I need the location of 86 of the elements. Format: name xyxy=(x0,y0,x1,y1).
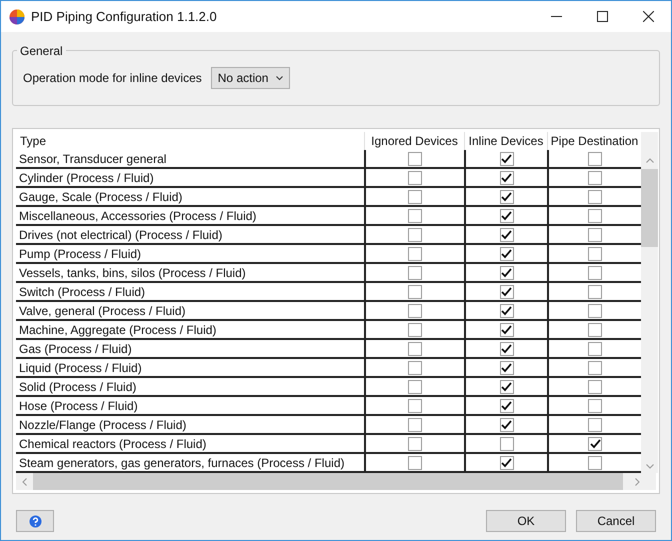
checkbox[interactable] xyxy=(500,170,514,184)
checkbox[interactable] xyxy=(588,380,602,394)
checkbox[interactable] xyxy=(408,152,422,166)
checkbox[interactable] xyxy=(408,266,422,280)
table-cell-text: Chemical reactors (Process / Fluid) xyxy=(18,436,208,452)
checkbox[interactable] xyxy=(408,418,422,432)
checkbox[interactable] xyxy=(588,208,602,222)
checkbox[interactable] xyxy=(408,342,422,356)
table-cell-text: Machine, Aggregate (Process / Fluid) xyxy=(18,322,218,338)
checkbox[interactable] xyxy=(588,360,602,374)
checkbox[interactable] xyxy=(408,398,422,412)
checkbox[interactable] xyxy=(588,170,602,184)
caret-icon xyxy=(276,76,284,80)
checkbox[interactable] xyxy=(588,190,602,204)
checkbox[interactable] xyxy=(500,360,514,374)
mode-dropdown[interactable]: No action xyxy=(210,67,290,89)
checkbox[interactable] xyxy=(408,246,422,260)
column-header[interactable]: Inline Devices xyxy=(464,132,547,150)
table-cell-text: Cylinder (Process / Fluid) xyxy=(18,170,155,186)
checkbox[interactable] xyxy=(500,266,514,280)
checkbox[interactable] xyxy=(500,398,514,412)
table-cell-text: Valve, general (Process / Fluid) xyxy=(18,302,187,319)
table-cell-text: Switch (Process / Fluid) xyxy=(18,284,146,300)
table-cell-text: Vessels, tanks, bins, silos (Process / Fluid) xyxy=(18,264,247,281)
table-cell-text: Drives (not electrical) (Process / Fluid) xyxy=(18,226,224,243)
help-icon xyxy=(28,514,42,528)
table-cell-text: Pump (Process / Fluid) xyxy=(18,246,142,262)
checkbox[interactable] xyxy=(500,304,514,318)
checkbox[interactable] xyxy=(500,284,514,298)
scroll-right-icon[interactable] xyxy=(635,478,640,486)
table-cell-text: Gauge, Scale (Process / Fluid) xyxy=(18,188,184,205)
checkbox[interactable] xyxy=(588,304,602,318)
checkbox[interactable] xyxy=(500,152,514,166)
app-logo-icon xyxy=(9,8,25,24)
table-cell-text: Nozzle/Flange (Process / Fluid) xyxy=(18,416,188,433)
checkbox[interactable] xyxy=(588,228,602,242)
checkbox[interactable] xyxy=(408,228,422,242)
table-cell-text: Sensor, Transducer general xyxy=(18,150,168,167)
table-cell-text: Gas (Process / Fluid) xyxy=(18,340,133,357)
checkbox[interactable] xyxy=(500,380,514,394)
checkbox[interactable] xyxy=(408,190,422,204)
checkbox[interactable] xyxy=(588,246,602,260)
column-header[interactable]: Type xyxy=(16,132,364,150)
table-cell-text: Solid (Process / Fluid) xyxy=(18,378,138,395)
checkbox[interactable] xyxy=(500,246,514,260)
checkbox[interactable] xyxy=(588,456,602,470)
scroll-thumb[interactable] xyxy=(641,169,658,247)
table-cell-text: Miscellaneous, Accessories (Process / Fluid) xyxy=(18,208,258,224)
checkbox[interactable] xyxy=(588,322,602,336)
checkbox[interactable] xyxy=(500,342,514,356)
checkbox[interactable] xyxy=(408,284,422,298)
column-header[interactable]: Ignored Devices xyxy=(364,132,464,150)
scroll-left-icon[interactable] xyxy=(22,478,27,486)
checkbox[interactable] xyxy=(588,284,602,298)
help-button[interactable] xyxy=(16,510,54,532)
ok-button[interactable]: OK xyxy=(486,510,566,532)
scroll-up-icon[interactable] xyxy=(646,158,654,163)
checkbox[interactable] xyxy=(500,190,514,204)
cancel-button[interactable]: Cancel xyxy=(576,510,656,532)
checkbox[interactable] xyxy=(588,152,602,166)
checkbox[interactable] xyxy=(408,304,422,318)
checkbox[interactable] xyxy=(588,342,602,356)
checkbox[interactable] xyxy=(588,418,602,432)
checkbox[interactable] xyxy=(500,456,514,470)
checkbox[interactable] xyxy=(408,360,422,374)
table-cell-text: Steam generators, gas generators, furnaces (Process / Fluid) xyxy=(18,454,346,471)
checkbox[interactable] xyxy=(500,208,514,222)
checkbox[interactable] xyxy=(408,436,422,450)
checkbox[interactable] xyxy=(408,322,422,336)
table-cell-text: Hose (Process / Fluid) xyxy=(18,398,139,414)
checkbox[interactable] xyxy=(500,322,514,336)
checkbox[interactable] xyxy=(500,228,514,242)
field-label: Operation mode for inline devices xyxy=(23,70,202,87)
checkbox[interactable] xyxy=(408,380,422,394)
checkbox[interactable] xyxy=(588,398,602,412)
vertical-scrollbar[interactable] xyxy=(641,132,658,473)
table-cell-text: Liquid (Process / Fluid) xyxy=(18,360,143,376)
checkbox[interactable] xyxy=(408,208,422,222)
checkbox[interactable] xyxy=(408,170,422,184)
checkbox[interactable] xyxy=(500,436,514,450)
checkbox[interactable] xyxy=(588,266,602,280)
window-title: PID Piping Configuration 1.1.2.0 xyxy=(31,8,217,26)
checkbox[interactable] xyxy=(408,456,422,470)
checkbox[interactable] xyxy=(500,418,514,432)
scroll-down-icon[interactable] xyxy=(646,464,654,469)
checkbox[interactable] xyxy=(588,436,602,450)
